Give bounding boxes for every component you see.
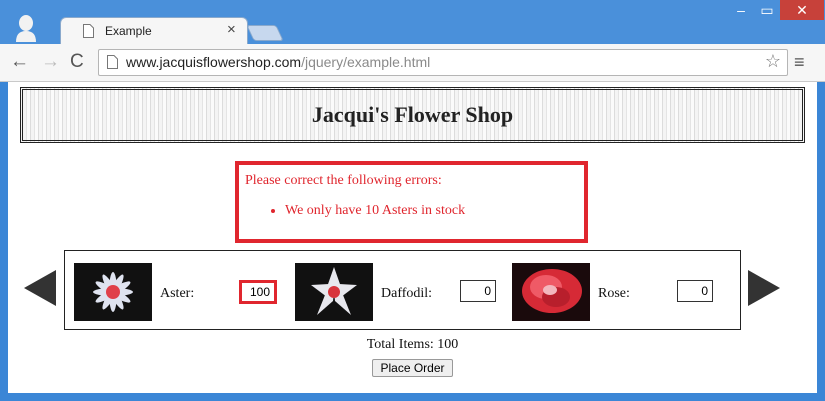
rose-image xyxy=(512,263,590,321)
next-arrow-button[interactable] xyxy=(748,270,780,306)
place-order-button[interactable]: Place Order xyxy=(372,359,453,377)
page-header: Jacqui's Flower Shop xyxy=(20,87,805,143)
page-viewport: Jacqui's Flower Shop Please correct the … xyxy=(8,82,817,393)
bookmark-star-icon[interactable]: ☆ xyxy=(765,51,781,72)
page-icon xyxy=(83,24,94,38)
maximize-button[interactable]: ▭ xyxy=(754,0,780,20)
error-summary: Please correct the following errors: We … xyxy=(235,161,588,243)
error-list: We only have 10 Asters in stock xyxy=(245,203,465,219)
product-name: Rose: xyxy=(598,286,630,301)
back-button[interactable]: ← xyxy=(10,52,29,72)
daffodil-image xyxy=(295,263,373,321)
product-name: Aster: xyxy=(160,286,195,301)
url-text: www.jacquisflowershop.com/jquery/example… xyxy=(126,54,430,70)
reload-button[interactable]: C xyxy=(70,52,84,72)
product-name: Daffodil: xyxy=(381,286,433,301)
product-row: Aster: Daffodil: xyxy=(64,250,741,330)
forward-button[interactable]: → xyxy=(41,52,60,72)
menu-icon[interactable]: ≡ xyxy=(794,52,805,73)
window-titlebar: Example × – ▭ ✕ xyxy=(0,0,825,45)
error-heading: Please correct the following errors: xyxy=(245,173,442,188)
aster-quantity-input[interactable] xyxy=(239,280,277,304)
url-host: www.jacquisflowershop.com xyxy=(126,54,302,70)
address-bar[interactable]: www.jacquisflowershop.com/jquery/example… xyxy=(98,49,788,76)
new-tab-button[interactable] xyxy=(246,25,284,41)
total-items: Total Items: 100 xyxy=(366,337,459,352)
url-path: /jquery/example.html xyxy=(301,54,431,70)
close-window-button[interactable]: ✕ xyxy=(780,0,824,20)
tab-close-icon[interactable]: × xyxy=(227,21,236,38)
page-icon xyxy=(107,55,118,69)
daffodil-quantity-input[interactable] xyxy=(460,280,496,302)
page-title: Jacqui's Flower Shop xyxy=(311,102,514,127)
error-item: We only have 10 Asters in stock xyxy=(285,203,465,219)
tab-title: Example xyxy=(105,24,152,38)
browser-tab[interactable]: Example × xyxy=(60,17,248,45)
rose-quantity-input[interactable] xyxy=(677,280,713,302)
user-avatar-icon[interactable] xyxy=(14,14,38,42)
aster-image xyxy=(74,263,152,321)
previous-arrow-button[interactable] xyxy=(24,270,56,306)
minimize-button[interactable]: – xyxy=(728,0,754,20)
browser-toolbar: ← → C www.jacquisflowershop.com/jquery/e… xyxy=(0,44,825,82)
